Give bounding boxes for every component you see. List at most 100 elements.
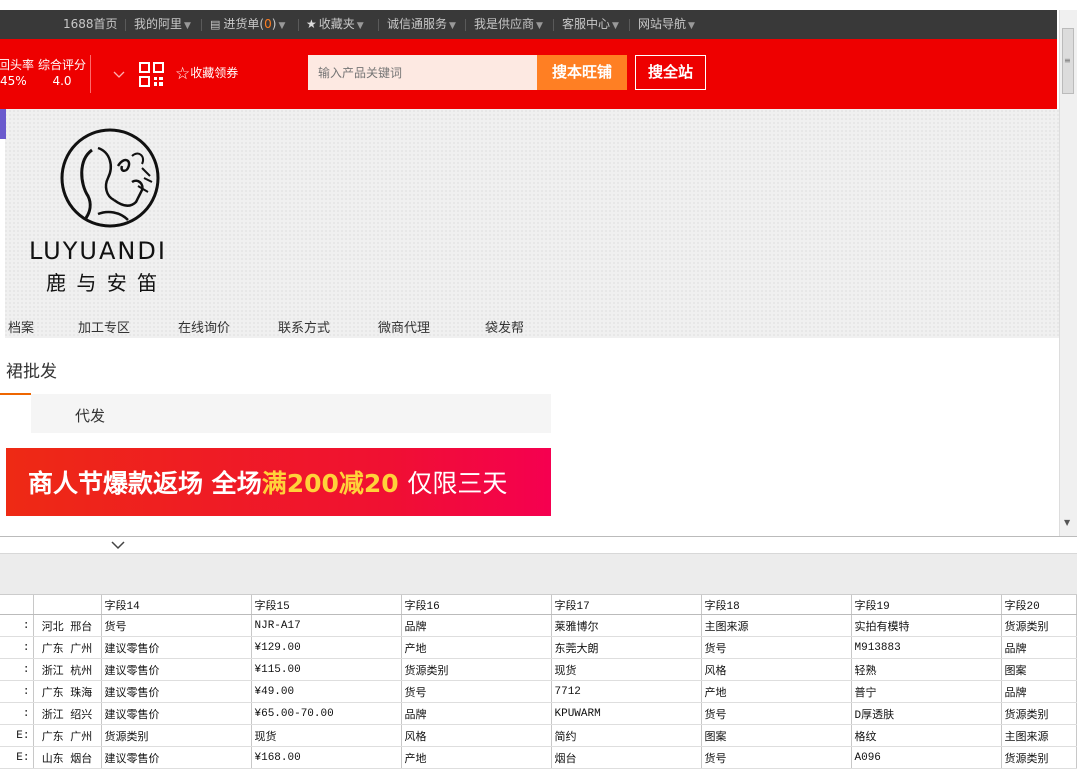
cart-count-badge: 0 [264, 17, 272, 31]
table-cell: ¥129.00 [251, 636, 402, 659]
chevron-down-icon: ▼ [612, 21, 619, 31]
category-title: 裙批发 [6, 362, 57, 382]
table-cell: 货号 [701, 702, 852, 725]
table-cell: 货号 [701, 636, 852, 659]
column-header [0, 595, 34, 615]
search-input[interactable] [308, 55, 537, 90]
table-cell: 货源类别 [1001, 614, 1077, 637]
table-cell: 现货 [551, 658, 702, 681]
promo-banner[interactable]: 商人节爆款返场 全场满200减20 仅限三天 [6, 448, 551, 516]
star-outline-icon: ☆ [175, 64, 191, 84]
data-toolbar [0, 553, 1077, 595]
shop-nav-agent[interactable]: 微商代理 [378, 317, 430, 336]
nav-service-label: 客服中心 [562, 17, 611, 31]
table-cell: 轻熟 [851, 658, 1002, 681]
table-cell: 建议零售价 [101, 746, 252, 769]
nav-my-alibaba[interactable]: 我的阿里 ▼ [134, 10, 191, 39]
collect-coupon-label: 收藏领券 [190, 66, 239, 80]
nav-trustpass-service[interactable]: 诚信通服务 ▼ [387, 10, 456, 39]
shop-nav-profile[interactable]: 档案 [8, 317, 34, 336]
nav-1688-home[interactable]: 1688首页 [63, 10, 118, 39]
qr-code-icon[interactable] [139, 62, 164, 87]
table-cell: 普宁 [851, 680, 1002, 703]
table-header-row: 字段14 字段15 字段16 字段17 字段18 字段19 字段20 [0, 595, 1077, 615]
table-cell: 货源类别 [1001, 702, 1077, 725]
column-header: 字段20 [1001, 595, 1077, 615]
nav-purchase-list[interactable]: ▤ 进货单(0) ▼ [210, 10, 285, 39]
nav-divider [553, 19, 554, 31]
table-cell: 品牌 [1001, 636, 1077, 659]
table-cell: 广东 广州 [33, 636, 102, 659]
table-cell: 广东 珠海 [33, 680, 102, 703]
promo-text-highlight: 满200减20 [261, 469, 399, 498]
promo-text: 商人节爆款返场 全场满200减20 仅限三天 [28, 464, 507, 500]
repurchase-rate-value: 45% [0, 74, 27, 88]
table-cell: 简约 [551, 724, 702, 747]
shop-nav-processing[interactable]: 加工专区 [78, 317, 130, 336]
repurchase-rate: 回头率 45% [0, 57, 34, 89]
table-cell: A096 [851, 746, 1002, 769]
table-row: : 浙江 绍兴 建议零售价 ¥65.00-70.00 品牌 KPUWARM 货号 D厚透肤 货源… [0, 702, 1077, 725]
shop-header-bar: 回头率 45% 综合评分 4.0 ☆收藏领券 搜本旺铺 搜全站 [0, 39, 1057, 109]
column-header: 字段18 [701, 595, 852, 615]
nav-site-guide-label: 网站导航 [638, 17, 687, 31]
nav-favorites[interactable]: ★ 收藏夹 ▼ [306, 10, 364, 39]
page-scrollbar[interactable]: ≡ ▼ [1059, 10, 1077, 536]
chevron-down-icon[interactable] [111, 541, 125, 550]
category-underline [0, 393, 31, 395]
search-shop-button[interactable]: 搜本旺铺 [537, 55, 627, 90]
table-cell: 现货 [251, 724, 402, 747]
table-cell: 山东 烟台 [33, 746, 102, 769]
nav-purchase-list-label: 进货单 [223, 17, 260, 31]
table-cell: : [0, 614, 34, 637]
table-cell: ¥115.00 [251, 658, 402, 681]
nav-service-center[interactable]: 客服中心 ▼ [562, 10, 619, 39]
nav-supplier-label: 我是供应商 [474, 17, 535, 31]
nav-divider [201, 19, 202, 31]
shop-logo-icon[interactable] [58, 126, 162, 230]
panel-divider [0, 536, 1077, 537]
table-row: : 河北 邢台 货号 NJR-A17 品牌 莱雅博尔 主图来源 实拍有模特 货源类别 [0, 614, 1077, 637]
overall-rating-label: 综合评分 [38, 58, 87, 72]
table-cell: 图案 [701, 724, 852, 747]
table-cell: 货号 [101, 614, 252, 637]
chevron-down-icon: ▼ [278, 21, 286, 31]
table-cell: 风格 [401, 724, 552, 747]
table-cell: E: [0, 746, 34, 769]
scroll-down-arrow-icon[interactable]: ▼ [1064, 518, 1070, 527]
chevron-down-icon[interactable] [113, 71, 125, 79]
table-cell: 货源类别 [101, 724, 252, 747]
shop-nav-contact[interactable]: 联系方式 [278, 317, 330, 336]
search-all-button[interactable]: 搜全站 [635, 55, 706, 90]
table-row: E: 广东 广州 货源类别 现货 风格 简约 图案 格纹 主图来源 [0, 724, 1077, 747]
column-header [33, 595, 102, 615]
table-cell: : [0, 702, 34, 725]
chevron-down-icon: ▼ [356, 21, 364, 31]
table-cell: ¥49.00 [251, 680, 402, 703]
chevron-down-icon: ▼ [449, 21, 456, 31]
tab-dropship[interactable]: 代发 [75, 405, 105, 426]
list-icon: ▤ [210, 18, 221, 31]
shop-nav-dropship[interactable]: 袋发帮 [485, 317, 524, 336]
data-grid: 字段14 字段15 字段16 字段17 字段18 字段19 字段20: 河北 邢台 货号 NJR-… [0, 595, 1077, 769]
table-cell: M913883 [851, 636, 1002, 659]
table-cell: 图案 [1001, 658, 1077, 681]
shop-nav-inquiry[interactable]: 在线询价 [178, 317, 230, 336]
table-cell: 货号 [401, 680, 552, 703]
table-cell: 品牌 [401, 702, 552, 725]
banner-left-edge [0, 139, 5, 338]
top-nav-bar: 1688首页 我的阿里 ▼ ▤ 进货单(0) ▼ ★ 收藏夹 ▼ 诚信通服务 ▼ 我是供应商… [0, 10, 1057, 39]
table-cell: : [0, 636, 34, 659]
nav-supplier[interactable]: 我是供应商 ▼ [474, 10, 543, 39]
table-row: : 浙江 杭州 建议零售价 ¥115.00 货源类别 现货 风格 轻熟 图案 [0, 658, 1077, 681]
table-cell: 建议零售价 [101, 702, 252, 725]
column-header: 字段15 [251, 595, 402, 615]
table-cell: 实拍有模特 [851, 614, 1002, 637]
table-cell: 货源类别 [1001, 746, 1077, 769]
nav-my-alibaba-label: 我的阿里 [134, 17, 183, 31]
nav-site-guide[interactable]: 网站导航 ▼ [638, 10, 695, 39]
table-cell: : [0, 680, 34, 703]
shop-logo-english: LUYUANDI [29, 237, 167, 265]
table-cell: 格纹 [851, 724, 1002, 747]
collect-coupon-link[interactable]: ☆收藏领券 [175, 64, 238, 84]
